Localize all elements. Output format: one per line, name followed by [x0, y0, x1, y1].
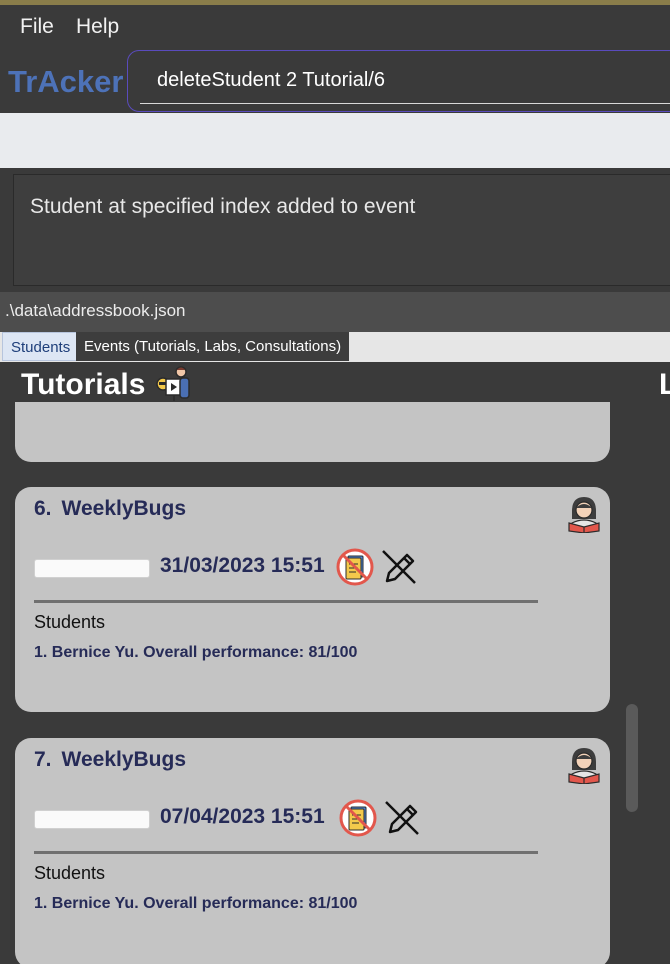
spacer-panel — [0, 113, 670, 168]
tutorial-datetime: 07/04/2023 15:51 — [160, 805, 325, 828]
tutorial-datetime: 31/03/2023 15:51 — [160, 554, 325, 577]
no-notes-icon — [336, 548, 374, 586]
result-panel: Student at specified index added to even… — [0, 168, 670, 292]
tab-bar: Students Events (Tutorials, Labs, Consul… — [0, 332, 670, 362]
app-name: TrAcker — [8, 64, 124, 99]
student-reading-icon — [568, 748, 600, 784]
menu-bar: File Help — [0, 5, 670, 50]
no-notes-icon — [339, 799, 377, 837]
performance-progress-bar — [34, 810, 150, 829]
status-bar: .\data\addressbook.json — [0, 292, 670, 332]
card-divider — [34, 600, 538, 603]
students-label: Students — [34, 612, 106, 632]
tutorial-card-title: 7. WeeklyBugs — [34, 748, 186, 772]
tutorial-card[interactable]: 6. WeeklyBugs 31/03/2023 15:51 Students … — [15, 487, 610, 712]
tutorial-card[interactable]: 7. WeeklyBugs 07/04/2023 15:51 Students … — [15, 738, 610, 964]
command-row: TrAcker deleteStudent 2 Tutorial/6 — [0, 50, 670, 113]
command-input-underline — [140, 103, 670, 104]
menu-help[interactable]: Help — [76, 15, 119, 39]
command-box[interactable]: deleteStudent 2 Tutorial/6 — [127, 50, 670, 112]
list-scrollbar[interactable] — [626, 704, 638, 812]
command-input[interactable]: deleteStudent 2 Tutorial/6 — [157, 69, 385, 92]
tutorial-card-title: 6. WeeklyBugs — [34, 497, 186, 521]
tutorial-index: 7. — [34, 748, 52, 771]
no-edit-pen-icon — [382, 550, 416, 584]
events-panel: Tutorials L 6. WeeklyBugs 31/03/2023 15:5… — [0, 362, 670, 964]
section-title: Tutorials — [21, 368, 146, 401]
performance-progress-bar — [34, 559, 150, 578]
data-file-path: .\data\addressbook.json — [5, 301, 186, 320]
tab-events[interactable]: Events (Tutorials, Labs, Consultations) — [76, 332, 350, 361]
tutorial-name: WeeklyBugs — [61, 748, 187, 771]
menu-file[interactable]: File — [20, 15, 54, 39]
students-label: Students — [34, 863, 106, 883]
student-entry: 1. Bernice Yu. Overall performance: 81/1… — [34, 895, 358, 912]
student-entry: 1. Bernice Yu. Overall performance: 81/1… — [34, 644, 358, 661]
teacher-presentation-icon — [156, 366, 190, 401]
tutorial-name: WeeklyBugs — [61, 497, 187, 520]
tutorial-card-previous — [15, 402, 610, 462]
result-message: Student at specified index added to even… — [30, 195, 416, 218]
student-reading-icon — [568, 497, 600, 533]
card-divider — [34, 851, 538, 854]
no-edit-pen-icon — [385, 801, 419, 835]
tab-students[interactable]: Students — [2, 332, 80, 361]
tutorial-index: 6. — [34, 497, 52, 520]
labs-title-partial: L — [659, 368, 670, 401]
result-display: Student at specified index added to even… — [13, 174, 670, 286]
